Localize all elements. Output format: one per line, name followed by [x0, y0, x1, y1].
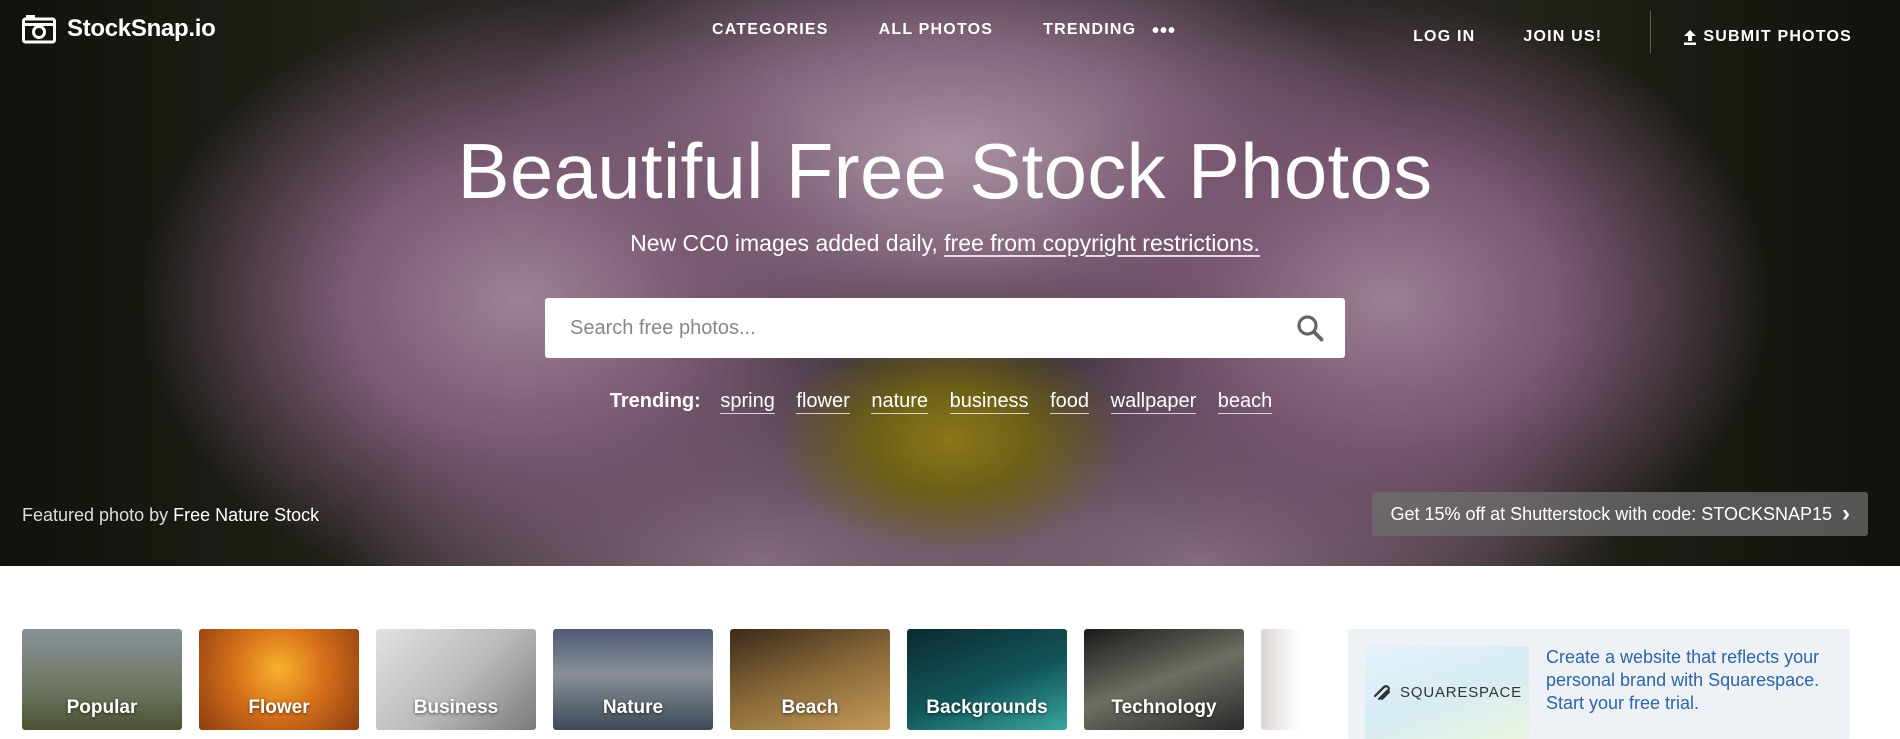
ad-text[interactable]: Create a website that reflects your pers…	[1546, 646, 1836, 715]
featured-credit: Featured photo by Free Nature Stock	[22, 505, 319, 526]
chevron-right-icon: ›	[1842, 500, 1850, 527]
main-menu: CATEGORIES ALL PHOTOS TRENDING	[712, 21, 1136, 39]
category-label: Beach	[781, 697, 839, 718]
trending-tag[interactable]: food	[1050, 390, 1090, 414]
trending-tag[interactable]: business	[949, 390, 1029, 414]
nav-divider	[1650, 11, 1652, 53]
category-label: Backgrounds	[926, 697, 1048, 718]
trending-tag[interactable]: beach	[1217, 390, 1273, 414]
ad-brand: SQUARESPACE	[1400, 684, 1522, 701]
logo[interactable]: StockSnap.io	[22, 14, 216, 44]
squarespace-ad[interactable]: SQUARESPACE Create a website that reflec…	[1348, 629, 1850, 739]
category-card-partial[interactable]	[1261, 629, 1299, 730]
account-menu: LOG IN JOIN US! SUBMIT PHOTOS	[1413, 11, 1900, 53]
login-link[interactable]: LOG IN	[1413, 28, 1475, 46]
featured-author-link[interactable]: Free Nature Stock	[173, 505, 319, 525]
shutterstock-promo-button[interactable]: Get 15% off at Shutterstock with code: S…	[1372, 492, 1868, 536]
nav-all-photos[interactable]: ALL PHOTOS	[879, 21, 994, 39]
category-card-business[interactable]: Business	[376, 629, 536, 730]
category-card-flower[interactable]: Flower	[199, 629, 359, 730]
hero-subtitle: New CC0 images added daily, free from co…	[0, 230, 1890, 257]
category-card-technology[interactable]: Technology	[1084, 629, 1244, 730]
category-label: Popular	[66, 697, 138, 718]
submit-photos-label: SUBMIT PHOTOS	[1703, 28, 1852, 45]
trending-tags: Trending: spring flower nature business …	[0, 390, 1890, 414]
trending-tag[interactable]: wallpaper	[1110, 390, 1197, 414]
category-label: Nature	[602, 697, 664, 718]
trending-tag[interactable]: flower	[796, 390, 850, 414]
license-link[interactable]: free from copyright restrictions.	[944, 230, 1260, 256]
promo-text: Get 15% off at Shutterstock with code: S…	[1390, 503, 1832, 524]
category-label: Technology	[1111, 697, 1217, 718]
category-card-nature[interactable]: Nature	[553, 629, 713, 730]
search-input[interactable]	[545, 298, 1275, 358]
nav-trending[interactable]: TRENDING	[1043, 21, 1136, 39]
ad-image: SQUARESPACE	[1365, 646, 1529, 739]
squarespace-logo-icon	[1373, 684, 1391, 700]
hero-banner: StockSnap.io CATEGORIES ALL PHOTOS TREND…	[0, 0, 1900, 566]
category-label: Business	[413, 697, 499, 718]
camera-icon	[22, 15, 56, 44]
join-link[interactable]: JOIN US!	[1523, 28, 1602, 46]
featured-label: Featured photo by	[22, 505, 174, 525]
hero-title: Beautiful Free Stock Photos	[457, 127, 1433, 215]
submit-photos-button[interactable]: SUBMIT PHOTOS	[1683, 28, 1852, 46]
more-icon[interactable]: •••	[1152, 20, 1176, 43]
trending-tag[interactable]: nature	[871, 390, 929, 414]
upload-icon	[1684, 29, 1697, 45]
trending-label: Trending:	[609, 390, 701, 412]
search-button[interactable]	[1275, 298, 1345, 358]
nav-categories[interactable]: CATEGORIES	[712, 21, 829, 39]
top-nav: StockSnap.io CATEGORIES ALL PHOTOS TREND…	[0, 0, 1900, 60]
category-card-popular[interactable]: Popular	[22, 629, 182, 730]
category-card-beach[interactable]: Beach	[730, 629, 890, 730]
search-bar	[545, 298, 1345, 358]
hero-subtitle-text: New CC0 images added daily,	[630, 230, 945, 256]
search-icon	[1297, 315, 1324, 342]
category-label: Flower	[248, 697, 310, 718]
category-card-backgrounds[interactable]: Backgrounds	[907, 629, 1067, 730]
category-strip: Popular Flower Business Nature Beach Bac…	[22, 629, 1299, 730]
trending-tag[interactable]: spring	[720, 390, 775, 414]
logo-text: StockSnap.io	[67, 15, 216, 42]
